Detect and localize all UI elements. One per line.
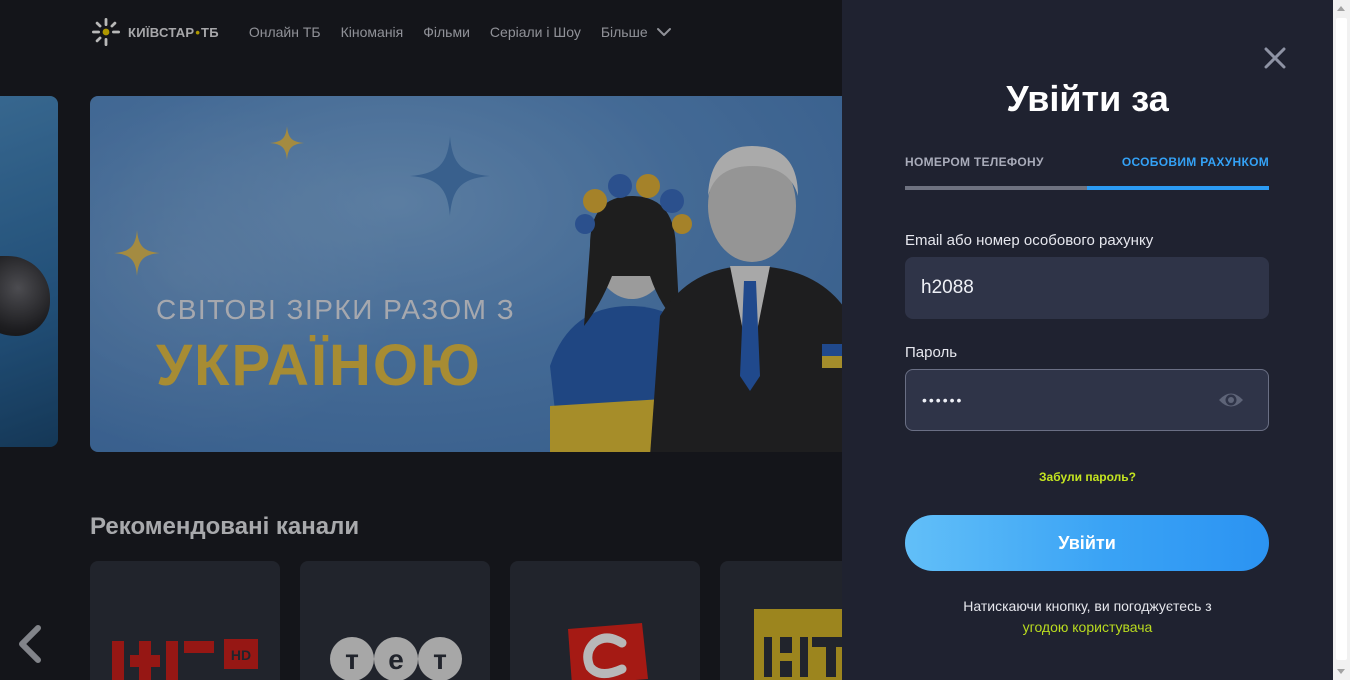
top-navigation: КИЇВСТАР • ТБ Онлайн ТБ Кіноманія Фільми… (90, 14, 692, 50)
logo-text: КИЇВСТАР (128, 24, 195, 40)
scroll-up-arrow-icon[interactable] (1337, 6, 1345, 11)
tab-account-underline (1087, 186, 1269, 190)
vertical-scrollbar[interactable] (1333, 0, 1350, 680)
password-field[interactable]: •••••• (905, 369, 1269, 431)
login-title: Увійти за (1006, 78, 1169, 119)
logo-suffix: ТБ (200, 24, 219, 40)
channel-list: HD т е т (90, 561, 842, 680)
channel-logo-stb (568, 623, 648, 680)
forgot-password-link[interactable]: Забули пароль? (842, 470, 1333, 484)
password-field-label: Пароль (905, 344, 958, 361)
recommended-channels-title: Рекомендовані канали (90, 513, 360, 540)
channel-logo-1plus1: HD (112, 639, 258, 680)
channel-logo-tet: т е т (330, 637, 462, 680)
sparkle-icon (114, 230, 160, 276)
channel-card-ntn[interactable] (720, 561, 842, 680)
password-field-value: •••••• (922, 392, 964, 408)
svg-text:HD: HD (231, 647, 251, 663)
terms-link[interactable]: угодою користувача (842, 619, 1333, 635)
channel-logo-ntn (754, 609, 842, 680)
svg-text:т: т (433, 644, 447, 675)
channel-card-1plus1[interactable]: HD (90, 561, 280, 680)
chevron-down-icon (656, 28, 671, 36)
banner-person-man (650, 146, 842, 452)
scrollbar-thumb[interactable] (1336, 18, 1347, 660)
login-button[interactable]: Увійти (905, 515, 1269, 571)
logo-star-icon (92, 18, 120, 46)
tab-phone-underline (905, 186, 1087, 190)
nav-series-shows[interactable]: Серіали і Шоу (490, 24, 581, 40)
sparkle-icon (410, 136, 490, 216)
login-method-tabs: НОМЕРОМ ТЕЛЕФОНУ ОСОБОВИМ РАХУНКОМ (905, 155, 1269, 191)
sparkle-icon (270, 126, 304, 160)
nav-films[interactable]: Фільми (423, 24, 470, 40)
kyivstar-tv-logo[interactable]: КИЇВСТАР • ТБ (90, 16, 219, 48)
logo-dot: • (195, 24, 200, 40)
banner-subtitle: СВІТОВІ ЗІРКИ РАЗОМ З (156, 294, 516, 325)
channel-card-tet[interactable]: т е т (300, 561, 490, 680)
channel-card-stb[interactable] (510, 561, 700, 680)
prev-card-image (0, 256, 50, 336)
email-field-label: Email або номер особового рахунку (905, 232, 1154, 249)
chevron-left-icon[interactable] (14, 622, 46, 666)
scroll-down-arrow-icon[interactable] (1337, 669, 1345, 674)
banner-title: УКРАЇНОЮ (156, 333, 482, 398)
nav-more-label: Більше (600, 24, 648, 40)
login-panel: Увійти за НОМЕРОМ ТЕЛЕФОНУ ОСОБОВИМ РАХУ… (842, 0, 1333, 680)
svg-text:т: т (345, 644, 359, 675)
promo-banner[interactable]: СВІТОВІ ЗІРКИ РАЗОМ З УКРАЇНОЮ (90, 96, 842, 452)
carousel-prev-card[interactable] (0, 96, 58, 447)
email-field[interactable]: h2088 (905, 257, 1269, 319)
close-icon[interactable] (1263, 46, 1287, 70)
nav-kinomania[interactable]: Кіноманія (341, 24, 404, 40)
nav-more[interactable]: Більше (601, 24, 672, 40)
svg-text:е: е (388, 644, 404, 675)
background-page: КИЇВСТАР • ТБ Онлайн ТБ Кіноманія Фільми… (0, 0, 842, 680)
terms-text: Натискаючи кнопку, ви погоджуєтесь з (963, 598, 1212, 614)
email-field-value: h2088 (921, 277, 974, 298)
nav-online-tv[interactable]: Онлайн ТБ (249, 24, 321, 40)
eye-icon[interactable] (1218, 389, 1244, 411)
